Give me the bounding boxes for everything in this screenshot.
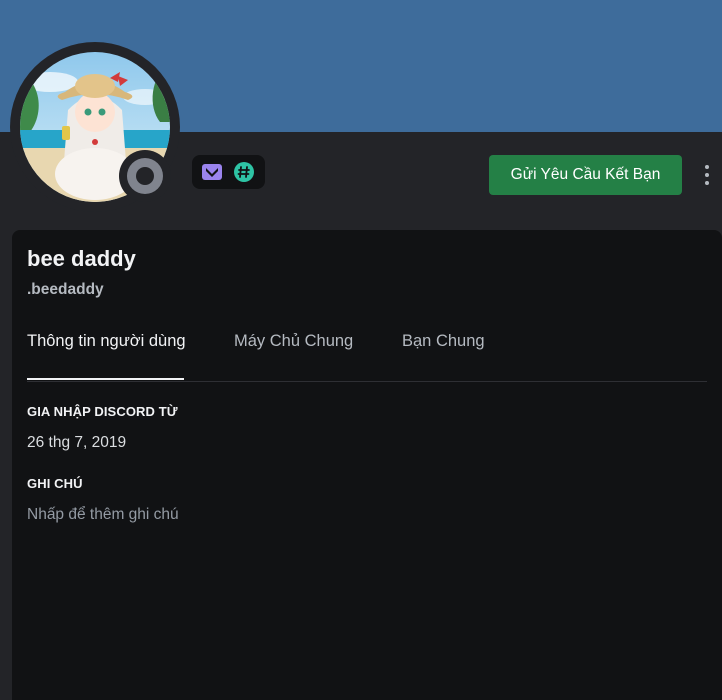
note-input[interactable]: Nhấp để thêm ghi chú bbox=[27, 506, 179, 524]
username: .beedaddy bbox=[27, 281, 104, 298]
add-friend-button[interactable]: Gửi Yêu Cầu Kết Bạn bbox=[489, 155, 682, 195]
tab-user-info[interactable]: Thông tin người dùng bbox=[27, 332, 186, 351]
hashtag-icon[interactable] bbox=[232, 160, 256, 184]
offline-status-icon bbox=[127, 158, 163, 194]
tab-mutual-servers[interactable]: Máy Chủ Chung bbox=[234, 332, 353, 351]
display-name: bee daddy bbox=[27, 246, 136, 271]
member-since-title: GIA NHẬP DISCORD TỪ bbox=[27, 404, 178, 419]
member-since-value: 26 thg 7, 2019 bbox=[27, 434, 127, 451]
status-indicator bbox=[119, 150, 171, 202]
note-title: GHI CHÚ bbox=[27, 476, 83, 491]
tabs-divider bbox=[27, 381, 707, 382]
badge-list bbox=[192, 155, 265, 189]
profile-tabs: Thông tin người dùng Máy Chủ Chung Bạn C… bbox=[27, 330, 707, 382]
nitro-chevron-icon[interactable] bbox=[200, 160, 224, 184]
tab-mutual-friends[interactable]: Bạn Chung bbox=[402, 332, 485, 351]
active-tab-indicator bbox=[27, 378, 184, 380]
more-vertical-icon[interactable] bbox=[696, 160, 718, 190]
profile-card: bee daddy .beedaddy Thông tin người dùng… bbox=[12, 230, 722, 700]
